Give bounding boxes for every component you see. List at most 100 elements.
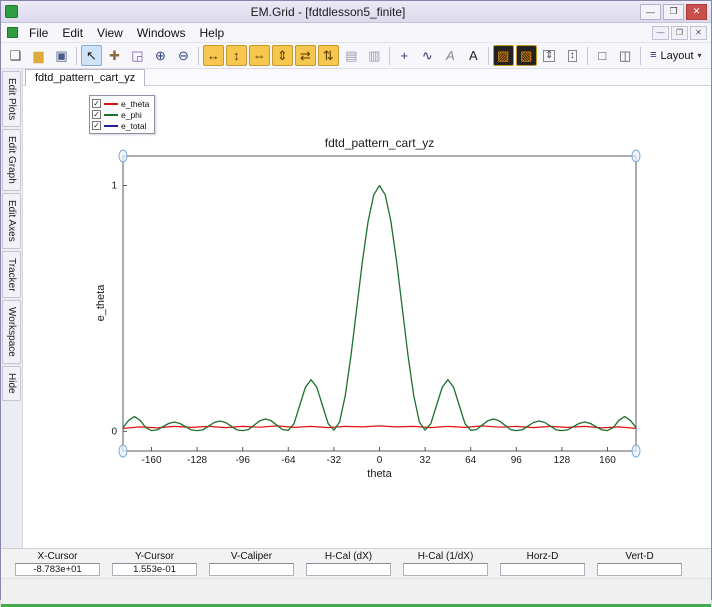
x-tick-label: 128 [554, 455, 571, 466]
status-value-x-cursor: -8.783e+01 [15, 563, 100, 576]
mdi-restore-button[interactable]: ❐ [671, 26, 688, 40]
minimize-button[interactable]: — [640, 4, 661, 20]
mdi-window-controls: —❐✕ [650, 26, 707, 40]
x-tick-label: 64 [465, 455, 477, 466]
autoscale-x-button[interactable]: ↕ [562, 45, 583, 66]
menu-bar: FileEditViewWindowsHelp —❐✕ [1, 23, 711, 43]
resize-handle[interactable] [632, 150, 640, 162]
side-tab-edit-plots[interactable]: Edit Plots [2, 71, 21, 127]
side-tab-hide[interactable]: Hide [2, 366, 21, 401]
menu-file[interactable]: File [22, 24, 55, 42]
toolbar-separator [488, 47, 489, 65]
document-icon [7, 27, 18, 38]
toolbar-separator [198, 47, 199, 65]
open-file-button[interactable]: ▆ [28, 45, 49, 66]
shift-vertical-icon: ⇅ [323, 49, 334, 62]
resize-handle[interactable] [119, 445, 127, 457]
side-tab-tracker[interactable]: Tracker [2, 251, 21, 299]
select-cursor-button[interactable]: ↖ [81, 45, 102, 66]
y-axis-label: e_theta [95, 273, 107, 333]
title-bar: EM.Grid - [fdtdlesson5_finite] —❐✕ [1, 1, 711, 23]
colormap-button[interactable]: ▨ [493, 45, 514, 66]
menu-edit[interactable]: Edit [55, 24, 90, 42]
x-tick-label: 32 [420, 455, 432, 466]
side-tab-edit-axes[interactable]: Edit Axes [2, 193, 21, 249]
resize-handle[interactable] [632, 445, 640, 457]
status-value-horz-d [500, 563, 585, 576]
frame-toggle-button[interactable]: □ [592, 45, 613, 66]
layout-label: Layout [661, 50, 694, 62]
pan-hand-button[interactable]: ✚ [104, 45, 125, 66]
italic-text-icon: A [446, 49, 455, 62]
toolbar-separator [640, 47, 641, 65]
status-header-h-cal-1-dx: H-Cal (1/dX) [397, 550, 494, 563]
shift-horizontal-button[interactable]: ⇄ [295, 45, 316, 66]
toolbar-separator [389, 47, 390, 65]
status-value-vert-d [597, 563, 682, 576]
zoom-out-button[interactable]: ⊖ [173, 45, 194, 66]
menu-view[interactable]: View [90, 24, 130, 42]
legend-checkbox-e-theta[interactable]: ✓ [92, 99, 101, 108]
expand-horizontal-button[interactable]: ⇔ [249, 45, 270, 66]
stretch-horizontal-icon: ↔ [207, 49, 220, 62]
chart-title: fdtd_pattern_cart_yz [123, 136, 636, 150]
print-button[interactable]: ▣ [51, 45, 72, 66]
italic-text-button[interactable]: A [440, 45, 461, 66]
shift-vertical-button[interactable]: ⇅ [318, 45, 339, 66]
grid-horizontal-button[interactable]: ▤ [341, 45, 362, 66]
status-value-y-cursor: 1.553e-01 [112, 563, 197, 576]
text-label-button[interactable]: A [463, 45, 484, 66]
mdi-close-button[interactable]: ✕ [690, 26, 707, 40]
side-tab-edit-graph[interactable]: Edit Graph [2, 129, 21, 191]
open-file-icon: ▆ [34, 49, 44, 62]
maximize-button[interactable]: ❐ [663, 4, 684, 20]
zoom-in-button[interactable]: ⊕ [150, 45, 171, 66]
toolbar: ❏▆▣↖✚◲⊕⊖↔↕⇔⇕⇄⇅▤▥+∿AA▨▧⇕↕□◫≡Layout▾ [1, 43, 711, 69]
y-tick-label: 0 [111, 426, 117, 437]
status-column-y-cursor: Y-Cursor1.553e-01 [106, 550, 203, 576]
new-file-button[interactable]: ❏ [5, 45, 26, 66]
status-header-vert-d: Vert-D [591, 550, 688, 563]
bottom-strip [1, 578, 711, 607]
menu-windows[interactable]: Windows [130, 24, 193, 42]
autoscale-y-icon: ⇕ [543, 50, 555, 62]
autoscale-y-button[interactable]: ⇕ [539, 45, 560, 66]
legend-label: e_total [121, 121, 147, 131]
status-column-vert-d: Vert-D [591, 550, 688, 576]
zoom-window-button[interactable]: ◲ [127, 45, 148, 66]
x-tick-label: 96 [511, 455, 523, 466]
menu-help[interactable]: Help [193, 24, 232, 42]
status-column-horz-d: Horz-D [494, 550, 591, 576]
colormap-alt-icon: ▧ [520, 49, 532, 62]
menu-items: FileEditViewWindowsHelp [22, 24, 231, 42]
resize-handle[interactable] [119, 150, 127, 162]
layout-menu-button[interactable]: ≡Layout▾ [645, 45, 707, 66]
toolbar-separator [76, 47, 77, 65]
mdi-minimize-button[interactable]: — [652, 26, 669, 40]
stretch-vertical-button[interactable]: ↕ [226, 45, 247, 66]
document-tab[interactable]: fdtd_pattern_cart_yz [25, 69, 145, 86]
add-marker-button[interactable]: + [394, 45, 415, 66]
close-button[interactable]: ✕ [686, 4, 707, 20]
y-tick-label: 1 [111, 181, 117, 192]
colormap-alt-button[interactable]: ▧ [516, 45, 537, 66]
span-toggle-button[interactable]: ◫ [615, 45, 636, 66]
side-tab-workspace[interactable]: Workspace [2, 300, 21, 364]
grid-vertical-button[interactable]: ▥ [364, 45, 385, 66]
legend: ✓e_theta✓e_phi✓e_total [89, 95, 155, 134]
plot-border [123, 156, 636, 451]
add-curve-button[interactable]: ∿ [417, 45, 438, 66]
grid-horizontal-icon: ▤ [345, 49, 357, 62]
series-e_theta [123, 426, 636, 429]
window-title: EM.Grid - [fdtdlesson5_finite] [18, 5, 638, 19]
status-value-h-cal-1-dx [403, 563, 488, 576]
zoom-out-icon: ⊖ [178, 49, 189, 62]
main-area: Edit Plots Edit Graph Edit Axes TrackerWork… [1, 69, 711, 548]
frame-toggle-icon: □ [598, 49, 606, 62]
stretch-horizontal-button[interactable]: ↔ [203, 45, 224, 66]
expand-vertical-button[interactable]: ⇕ [272, 45, 293, 66]
legend-checkbox-e-total[interactable]: ✓ [92, 121, 101, 130]
x-tick-label: -160 [141, 455, 161, 466]
legend-checkbox-e-phi[interactable]: ✓ [92, 110, 101, 119]
status-header-x-cursor: X-Cursor [9, 550, 106, 563]
